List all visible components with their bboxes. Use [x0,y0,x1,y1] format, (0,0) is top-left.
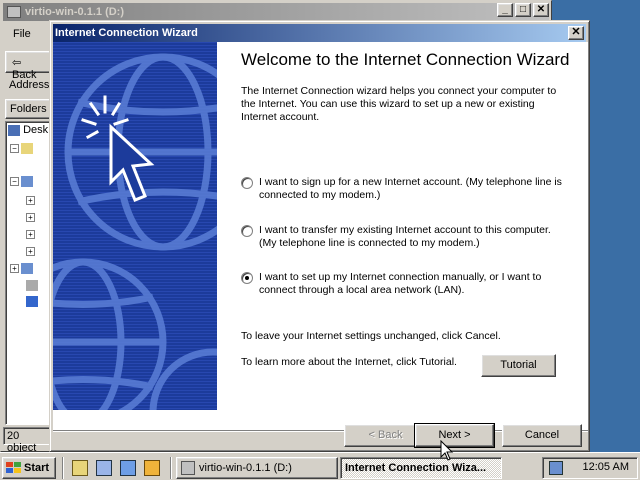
wizard-content: Welcome to the Internet Connection Wizar… [241,50,571,124]
wizard-intro: The Internet Connection wizard helps you… [241,85,557,123]
quicklaunch-ie-icon[interactable] [72,460,88,476]
explorer-toolbar: ⇦ Back [5,51,53,81]
expand-icon[interactable]: + [26,230,35,239]
quicklaunch-media-icon[interactable] [144,460,160,476]
option-transfer-account[interactable]: I want to transfer my existing Internet … [241,224,571,250]
close-button[interactable]: ✕ [533,3,549,17]
expand-icon[interactable]: + [26,247,35,256]
quicklaunch-desktop-icon[interactable] [96,460,112,476]
computer-icon [21,175,33,187]
tree-item-6[interactable]: + [26,245,37,259]
folders-pane-header[interactable]: Folders [5,99,55,119]
explorer-title: virtio-win-0.1.1 (D:) [25,6,125,18]
drive-icon [7,6,21,18]
clock[interactable]: 12:05 AM [583,461,629,473]
wizard-dialog[interactable]: Internet Connection Wizard ✕ Welcome to … [49,20,590,452]
quicklaunch-outlook-icon[interactable] [120,460,136,476]
wizard-body: Welcome to the Internet Connection Wizar… [53,42,588,430]
wizard-titlebar[interactable]: Internet Connection Wizard ✕ [53,24,586,42]
wizard-title: Internet Connection Wizard [55,27,198,39]
ie-icon [26,295,38,307]
mouse-cursor-icon [440,440,454,461]
tree-desktop-label: Desk [23,124,49,136]
option-manual-setup[interactable]: I want to set up my Internet connection … [241,271,571,297]
tree-item-3[interactable]: + [26,194,37,208]
start-label: Start [24,462,50,474]
recycle-icon [26,279,38,291]
wizard-close-button[interactable]: ✕ [568,26,584,40]
menu-file[interactable]: File [3,25,41,43]
tree-item-desktop[interactable]: Desk [8,124,48,138]
taskbar: Start virtio-win-0.1.1 (D:) Internet Con… [0,452,640,480]
address-bar[interactable]: Address [5,77,53,95]
expand-icon[interactable]: + [26,196,35,205]
taskbar-divider [62,457,64,479]
expand-icon[interactable]: + [10,264,19,273]
options-group: I want to sign up for a new Internet acc… [241,176,571,416]
explorer-window-controls: _ □ ✕ [497,3,549,17]
next-button[interactable]: Next > [414,423,495,448]
status-bar: 20 object [3,427,53,454]
desktop-icon [8,124,20,136]
status-text: 20 object [7,430,37,454]
address-label: Address [9,79,50,91]
folder-tree[interactable]: Desk − − + + + + + [5,121,53,425]
tree-item-2[interactable]: − [10,175,33,189]
network-tray-icon[interactable] [549,461,563,475]
task-wizard[interactable]: Internet Connection Wiza... [340,457,502,479]
folder-icon [21,142,33,154]
minimize-button[interactable]: _ [497,3,513,17]
radio-transfer-account[interactable] [241,225,253,237]
maximize-button[interactable]: □ [515,3,531,17]
wizard-heading: Welcome to the Internet Connection Wizar… [241,50,570,69]
task-wizard-label: Internet Connection Wiza... [345,462,487,474]
option-transfer-account-label: I want to transfer my existing Internet … [259,224,551,249]
collapse-icon[interactable]: − [10,144,19,153]
collapse-icon[interactable]: − [10,177,19,186]
tree-item-8[interactable] [26,279,38,293]
leave-text: To leave your Internet settings unchange… [241,330,501,342]
radio-new-account[interactable] [241,177,253,189]
option-new-account-label: I want to sign up for a new Internet acc… [259,176,562,201]
tree-item-5[interactable]: + [26,228,37,242]
folders-label: Folders [10,103,47,115]
tree-item-1[interactable]: − [10,142,33,156]
wizard-sidebar-graphic [53,42,217,410]
task-explorer[interactable]: virtio-win-0.1.1 (D:) [176,457,338,479]
explorer-titlebar[interactable]: virtio-win-0.1.1 (D:) [3,3,549,21]
task-explorer-label: virtio-win-0.1.1 (D:) [199,462,292,474]
radio-manual-setup[interactable] [241,272,253,284]
cancel-button[interactable]: Cancel [502,424,582,447]
system-tray: 12:05 AM [542,457,638,479]
expand-icon[interactable]: + [26,213,35,222]
tutorial-button[interactable]: Tutorial [481,354,556,377]
option-new-account[interactable]: I want to sign up for a new Internet acc… [241,176,571,202]
globe-cursor-graphic [53,42,217,410]
tree-item-9[interactable] [26,295,38,309]
start-button[interactable]: Start [2,457,56,479]
option-manual-setup-label: I want to set up my Internet connection … [259,271,542,296]
taskbar-divider [170,457,172,479]
network-icon [21,262,33,274]
tree-item-4[interactable]: + [26,211,37,225]
tree-item-7[interactable]: + [10,262,33,276]
drive-icon [181,461,195,475]
windows-logo-icon [6,462,21,473]
